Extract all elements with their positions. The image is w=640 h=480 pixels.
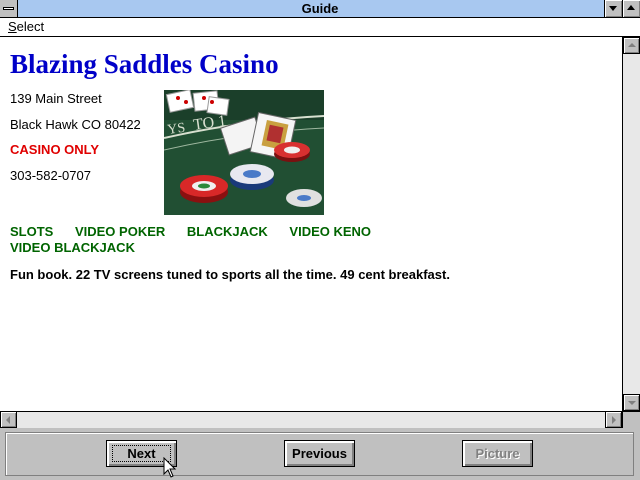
phone-number: 303-582-0707: [10, 168, 91, 183]
address-line1: 139 Main Street: [10, 91, 102, 106]
menu-select[interactable]: Select: [8, 19, 44, 34]
previous-label: Previous: [292, 446, 347, 461]
vertical-scrollbar[interactable]: [622, 37, 640, 411]
picture-button[interactable]: Picture: [462, 440, 533, 467]
games-list: SLOTS VIDEO POKER BLACKJACK VIDEO KENO V…: [10, 224, 410, 256]
title-bar: Guide: [0, 0, 640, 18]
game-item: VIDEO KENO: [289, 224, 372, 239]
arrow-left-icon: [6, 416, 10, 424]
menu-bar: Select: [0, 18, 640, 37]
game-item: SLOTS: [10, 224, 54, 239]
scroll-up-button[interactable]: [623, 37, 640, 54]
address-line2: Black Hawk CO 80422: [10, 117, 141, 132]
game-item: VIDEO BLACKJACK: [10, 240, 135, 255]
menu-select-label: elect: [16, 19, 45, 34]
casino-photo: YS TO 1: [164, 90, 324, 215]
casino-name: Blazing Saddles Casino: [10, 49, 279, 79]
arrow-down-icon: [628, 401, 636, 405]
arrow-up-icon: [628, 43, 636, 47]
previous-button[interactable]: Previous: [284, 440, 355, 467]
arrow-right-icon: [612, 416, 616, 424]
scroll-down-button[interactable]: [623, 394, 640, 411]
casino-description: Fun book. 22 TV screens tuned to sports …: [10, 267, 450, 282]
game-item: VIDEO POKER: [74, 224, 166, 239]
window-title: Guide: [301, 1, 339, 16]
scroll-right-button[interactable]: [605, 411, 622, 428]
button-panel: Next Previous Picture: [0, 428, 640, 480]
horizontal-scrollbar[interactable]: [0, 411, 622, 428]
mouse-pointer-icon: [163, 457, 177, 478]
minimize-icon: [609, 6, 617, 11]
game-item: BLACKJACK: [186, 224, 268, 239]
picture-label: Picture: [475, 446, 520, 461]
scroll-left-button[interactable]: [0, 411, 17, 428]
menu-select-accel: S: [8, 19, 17, 34]
minimize-button[interactable]: [604, 0, 622, 17]
scrollbar-corner: [622, 411, 640, 428]
maximize-icon: [627, 5, 635, 10]
maximize-button[interactable]: [622, 0, 640, 17]
casino-note: CASINO ONLY: [10, 142, 100, 157]
svg-text:YS: YS: [166, 121, 186, 138]
content-pane: Blazing Saddles Casino 139 Main Street B…: [0, 37, 622, 411]
